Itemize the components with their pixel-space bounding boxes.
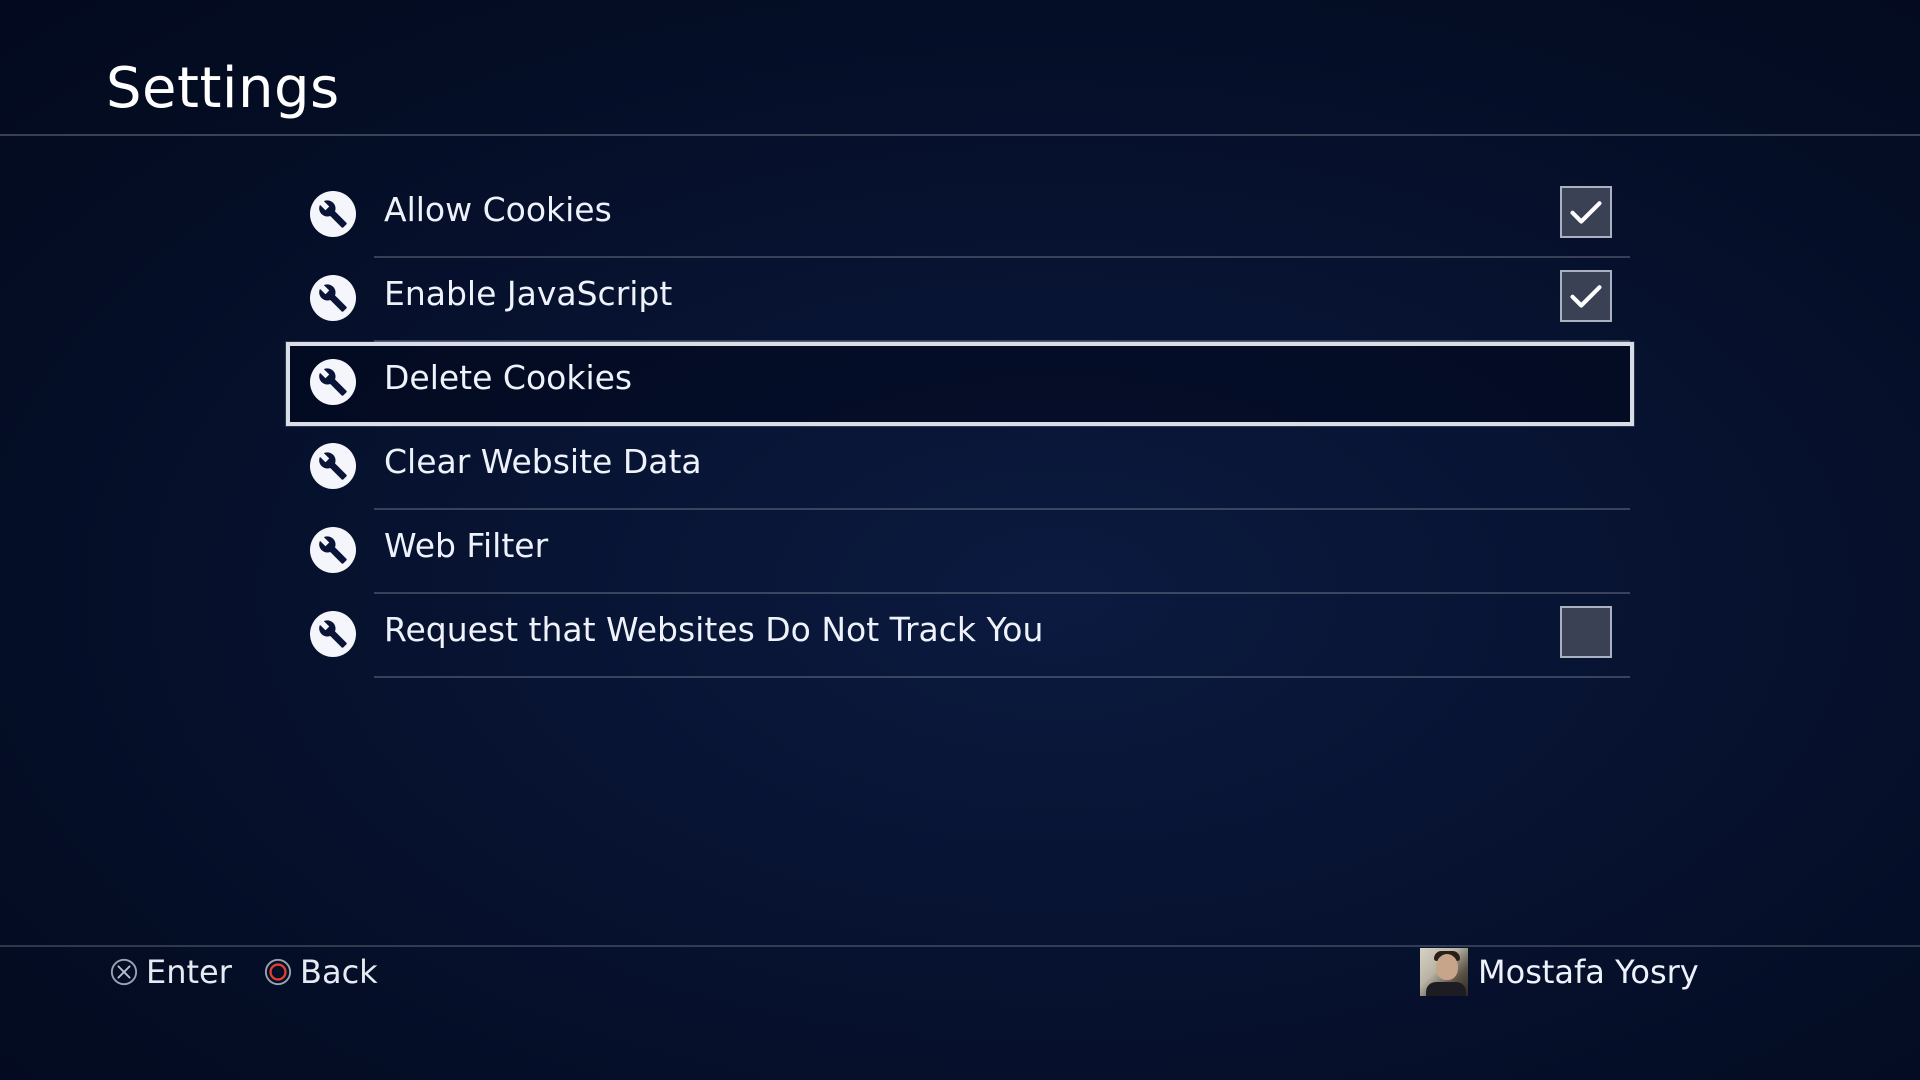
row-divider (374, 676, 1630, 678)
do-not-track-checkbox[interactable] (1560, 606, 1612, 658)
setting-label: Web Filter (384, 526, 549, 565)
setting-label: Enable JavaScript (384, 274, 673, 313)
checkmark-icon (1570, 285, 1602, 308)
allow-cookies-checkbox[interactable] (1560, 186, 1612, 238)
enable-javascript-checkbox[interactable] (1560, 270, 1612, 322)
cross-button-icon (110, 958, 138, 986)
setting-label: Clear Website Data (384, 442, 702, 481)
setting-row-do-not-track[interactable]: Request that Websites Do Not Track You (286, 594, 1634, 678)
setting-row-delete-cookies[interactable]: Delete Cookies (286, 342, 1634, 426)
header-divider (0, 134, 1920, 136)
wrench-icon (310, 275, 356, 321)
wrench-icon (310, 191, 356, 237)
setting-label: Request that Websites Do Not Track You (384, 610, 1044, 649)
settings-list: Allow Cookies Enable JavaScript Delete C… (286, 174, 1634, 678)
page-title: Settings (106, 56, 340, 121)
setting-row-clear-website-data[interactable]: Clear Website Data (286, 426, 1634, 510)
setting-label: Allow Cookies (384, 190, 612, 229)
wrench-icon (310, 443, 356, 489)
back-hint[interactable]: Back (264, 953, 378, 991)
setting-row-enable-javascript[interactable]: Enable JavaScript (286, 258, 1634, 342)
footer-divider (0, 945, 1920, 947)
enter-label: Enter (146, 953, 232, 991)
circle-button-icon (264, 958, 292, 986)
user-profile[interactable]: Mostafa Yosry (1420, 948, 1699, 996)
checkmark-icon (1570, 201, 1602, 224)
enter-hint[interactable]: Enter (110, 953, 232, 991)
back-label: Back (300, 953, 378, 991)
setting-row-allow-cookies[interactable]: Allow Cookies (286, 174, 1634, 258)
wrench-icon (310, 359, 356, 405)
user-name: Mostafa Yosry (1478, 953, 1699, 991)
setting-row-web-filter[interactable]: Web Filter (286, 510, 1634, 594)
user-avatar (1420, 948, 1468, 996)
wrench-icon (310, 611, 356, 657)
setting-label: Delete Cookies (384, 358, 633, 397)
wrench-icon (310, 527, 356, 573)
